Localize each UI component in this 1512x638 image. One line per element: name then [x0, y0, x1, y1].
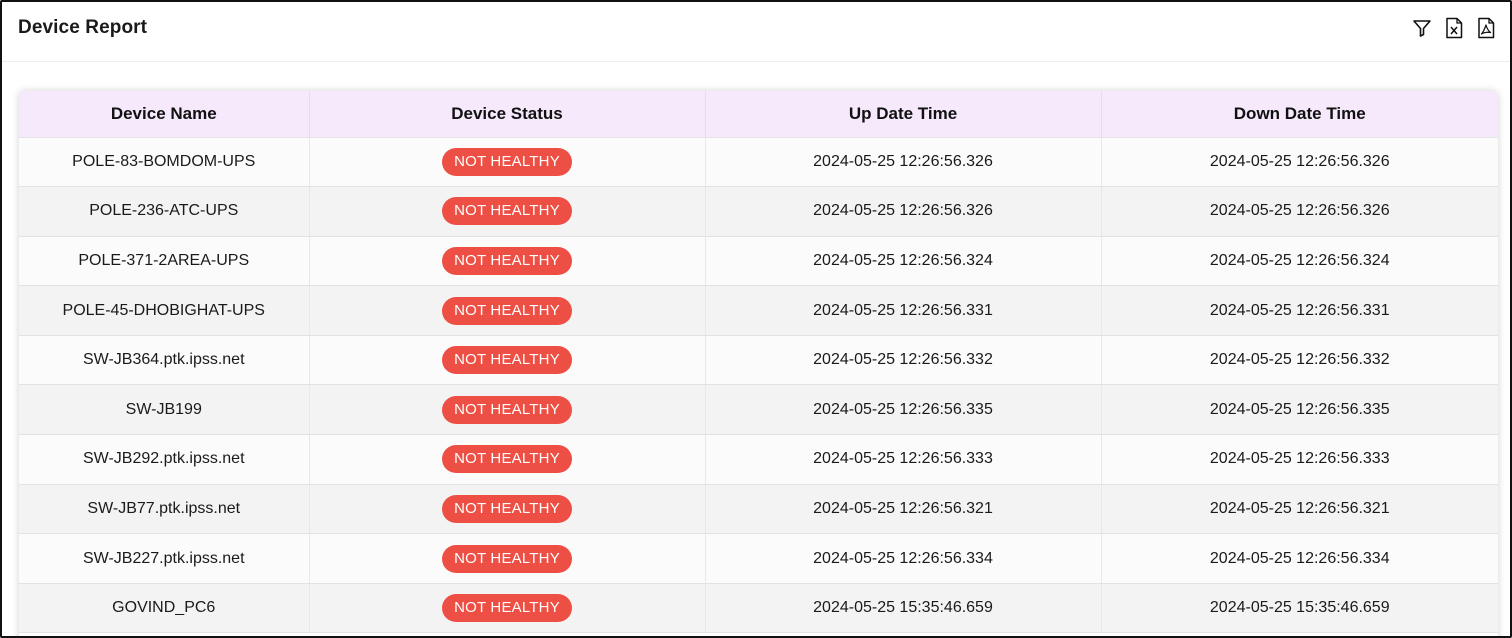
up-date-time-cell: 2024-05-25 12:26:56.324 — [705, 236, 1102, 287]
status-badge: NOT HEALTHY — [442, 395, 572, 424]
table-row[interactable]: SW-JB227.ptk.ipss.net NOT HEALTHY 2024-05-… — [19, 533, 1498, 584]
up-date-time-cell: 2024-05-25 12:26:56.326 — [705, 186, 1102, 237]
status-badge: NOT HEALTHY — [442, 197, 572, 226]
device-status-cell: NOT HEALTHY — [309, 583, 706, 634]
down-date-time-cell: 2024-05-25 12:26:56.335 — [1101, 384, 1498, 436]
table-body: POLE-83-BOMDOM-UPS NOT HEALTHY 2024-05-25 … — [19, 137, 1498, 634]
toolbar — [1410, 16, 1498, 40]
up-date-time-cell: 2024-05-25 12:26:56.326 — [705, 137, 1102, 188]
status-badge: NOT HEALTHY — [442, 445, 572, 474]
up-date-time-cell: 2024-05-25 12:26:56.334 — [705, 533, 1102, 584]
down-date-time-cell: 2024-05-25 12:26:56.333 — [1101, 434, 1498, 485]
device-status-cell: NOT HEALTHY — [309, 335, 706, 386]
filter-button[interactable] — [1410, 16, 1434, 40]
export-pdf-button[interactable] — [1474, 16, 1498, 40]
device-status-cell: NOT HEALTHY — [309, 434, 706, 485]
up-date-time-cell: 2024-05-25 12:26:56.333 — [705, 434, 1102, 485]
column-header-down-date-time[interactable]: Down Date Time — [1101, 91, 1498, 138]
column-header-device-name[interactable]: Device Name — [19, 91, 310, 138]
status-badge: NOT HEALTHY — [442, 246, 572, 275]
table-row[interactable]: POLE-371-2AREA-UPS NOT HEALTHY 2024-05-25 … — [19, 236, 1498, 287]
device-name-cell: SW-JB227.ptk.ipss.net — [19, 533, 310, 584]
table-row[interactable]: SW-JB364.ptk.ipss.net NOT HEALTHY 2024-05-… — [19, 335, 1498, 386]
device-report-panel: Device Report Device Name Device Status … — [0, 0, 1512, 638]
status-badge: NOT HEALTHY — [442, 594, 572, 623]
table-row[interactable]: POLE-236-ATC-UPS NOT HEALTHY 2024-05-25 12… — [19, 186, 1498, 237]
export-excel-button[interactable] — [1442, 16, 1466, 40]
down-date-time-cell: 2024-05-25 12:26:56.331 — [1101, 285, 1498, 336]
table-row[interactable]: POLE-45-DHOBIGHAT-UPS NOT HEALTHY 2024-05-… — [19, 285, 1498, 336]
down-date-time-cell: 2024-05-25 15:35:46.659 — [1101, 583, 1498, 634]
device-name-cell: SW-JB292.ptk.ipss.net — [19, 434, 310, 485]
device-status-cell: NOT HEALTHY — [309, 533, 706, 584]
device-name-cell: GOVIND_PC6 — [19, 583, 310, 634]
up-date-time-cell: 2024-05-25 15:35:46.659 — [705, 583, 1102, 634]
table-row[interactable]: POLE-83-BOMDOM-UPS NOT HEALTHY 2024-05-25 … — [19, 137, 1498, 188]
status-badge: NOT HEALTHY — [442, 346, 572, 375]
status-badge: NOT HEALTHY — [442, 296, 572, 325]
column-header-up-date-time[interactable]: Up Date Time — [705, 91, 1102, 138]
up-date-time-cell: 2024-05-25 12:26:56.335 — [705, 384, 1102, 436]
device-status-cell: NOT HEALTHY — [309, 186, 706, 237]
down-date-time-cell: 2024-05-25 12:26:56.334 — [1101, 533, 1498, 584]
filter-icon — [1412, 18, 1432, 38]
table-row[interactable]: SW-JB199 NOT HEALTHY 2024-05-25 12:26:56.3… — [19, 384, 1498, 436]
down-date-time-cell: 2024-05-25 12:26:56.332 — [1101, 335, 1498, 386]
device-name-cell: POLE-236-ATC-UPS — [19, 186, 310, 237]
up-date-time-cell: 2024-05-25 12:26:56.321 — [705, 484, 1102, 535]
column-header-device-status[interactable]: Device Status — [309, 91, 706, 138]
down-date-time-cell: 2024-05-25 12:26:56.326 — [1101, 137, 1498, 188]
table-row[interactable]: SW-JB77.ptk.ipss.net NOT HEALTHY 2024-05-2… — [19, 484, 1498, 535]
panel-header: Device Report — [2, 2, 1510, 62]
device-name-cell: POLE-371-2AREA-UPS — [19, 236, 310, 287]
table-row[interactable]: SW-JB292.ptk.ipss.net NOT HEALTHY 2024-05-… — [19, 434, 1498, 485]
up-date-time-cell: 2024-05-25 12:26:56.332 — [705, 335, 1102, 386]
device-name-cell: SW-JB199 — [19, 384, 310, 436]
down-date-time-cell: 2024-05-25 12:26:56.324 — [1101, 236, 1498, 287]
device-name-cell: POLE-45-DHOBIGHAT-UPS — [19, 285, 310, 336]
status-badge: NOT HEALTHY — [442, 147, 572, 176]
table-header-row: Device Name Device Status Up Date Time D… — [19, 91, 1498, 138]
device-status-cell: NOT HEALTHY — [309, 484, 706, 535]
device-status-cell: NOT HEALTHY — [309, 137, 706, 188]
device-status-cell: NOT HEALTHY — [309, 384, 706, 436]
down-date-time-cell: 2024-05-25 12:26:56.326 — [1101, 186, 1498, 237]
device-table: Device Name Device Status Up Date Time D… — [19, 91, 1498, 634]
device-name-cell: SW-JB77.ptk.ipss.net — [19, 484, 310, 535]
page-title: Device Report — [18, 17, 148, 38]
down-date-time-cell: 2024-05-25 12:26:56.321 — [1101, 484, 1498, 535]
status-badge: NOT HEALTHY — [442, 494, 572, 523]
device-table-container: Device Name Device Status Up Date Time D… — [19, 91, 1498, 636]
up-date-time-cell: 2024-05-25 12:26:56.331 — [705, 285, 1102, 336]
table-header: Device Name Device Status Up Date Time D… — [19, 91, 1498, 138]
excel-export-icon — [1444, 17, 1464, 39]
status-badge: NOT HEALTHY — [442, 544, 572, 573]
device-status-cell: NOT HEALTHY — [309, 236, 706, 287]
device-name-cell: SW-JB364.ptk.ipss.net — [19, 335, 310, 386]
table-row[interactable]: GOVIND_PC6 NOT HEALTHY 2024-05-25 15:35:46… — [19, 583, 1498, 634]
device-name-cell: POLE-83-BOMDOM-UPS — [19, 137, 310, 188]
device-status-cell: NOT HEALTHY — [309, 285, 706, 336]
pdf-export-icon — [1476, 17, 1496, 39]
